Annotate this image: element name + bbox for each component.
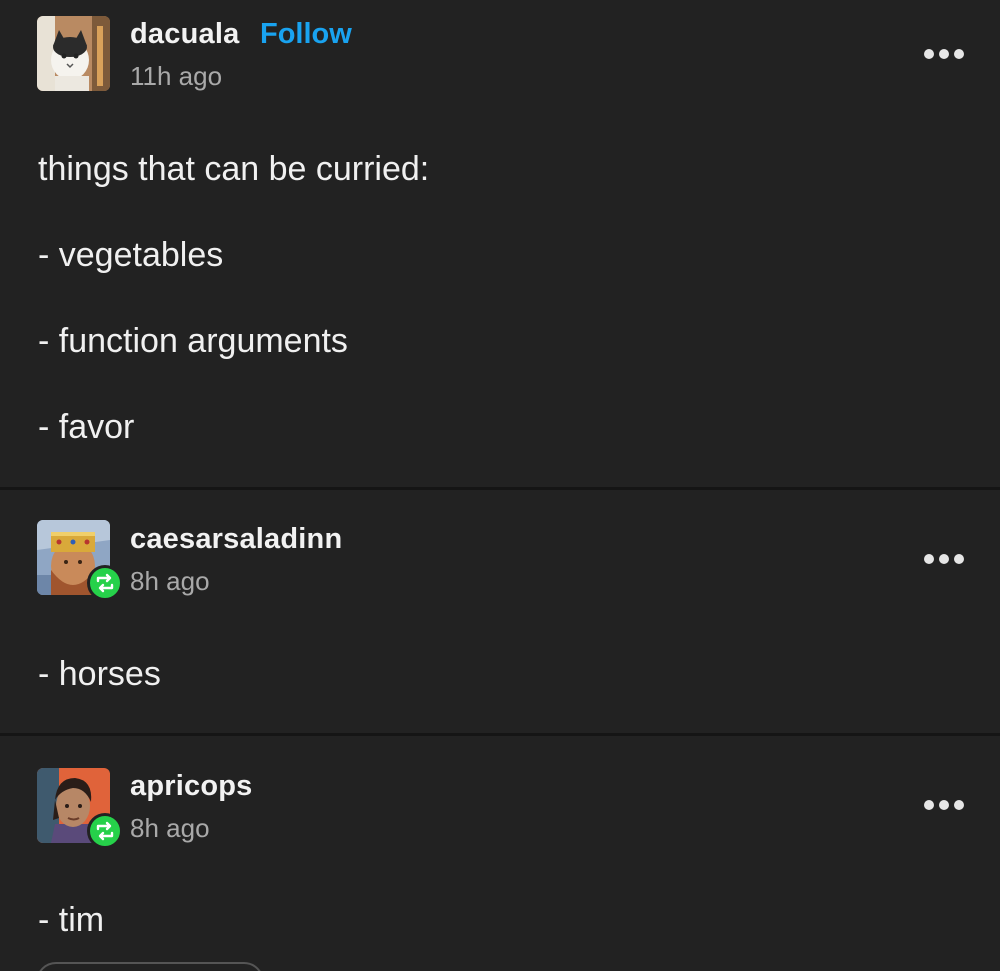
post-text-line: things that can be curried: <box>38 150 430 188</box>
follow-button[interactable]: Follow <box>260 18 352 51</box>
username[interactable]: caesarsaladinn <box>130 523 342 556</box>
divider <box>0 487 1000 490</box>
more-options-icon[interactable] <box>922 44 966 64</box>
reblog-thread: dacuala Follow 11h ago things that can b… <box>0 0 1000 971</box>
post-text-line: - favor <box>38 408 135 446</box>
more-options-icon[interactable] <box>922 795 966 815</box>
post-text-line: - function arguments <box>38 322 348 360</box>
username[interactable]: dacuala <box>130 18 239 51</box>
reblog-icon <box>87 565 123 601</box>
timestamp[interactable]: 11h ago <box>130 61 222 92</box>
cat-avatar-icon[interactable] <box>37 16 110 91</box>
post-text-line: - tim <box>38 901 105 939</box>
timestamp[interactable]: 8h ago <box>130 813 210 844</box>
post-text-line: - vegetables <box>38 236 224 274</box>
username[interactable]: apricops <box>130 770 252 803</box>
tag-pill-button[interactable] <box>36 962 264 971</box>
divider <box>0 733 1000 736</box>
reblog-icon <box>87 813 123 849</box>
timestamp[interactable]: 8h ago <box>130 566 210 597</box>
post-text-line: - horses <box>38 655 161 693</box>
more-options-icon[interactable] <box>922 549 966 569</box>
